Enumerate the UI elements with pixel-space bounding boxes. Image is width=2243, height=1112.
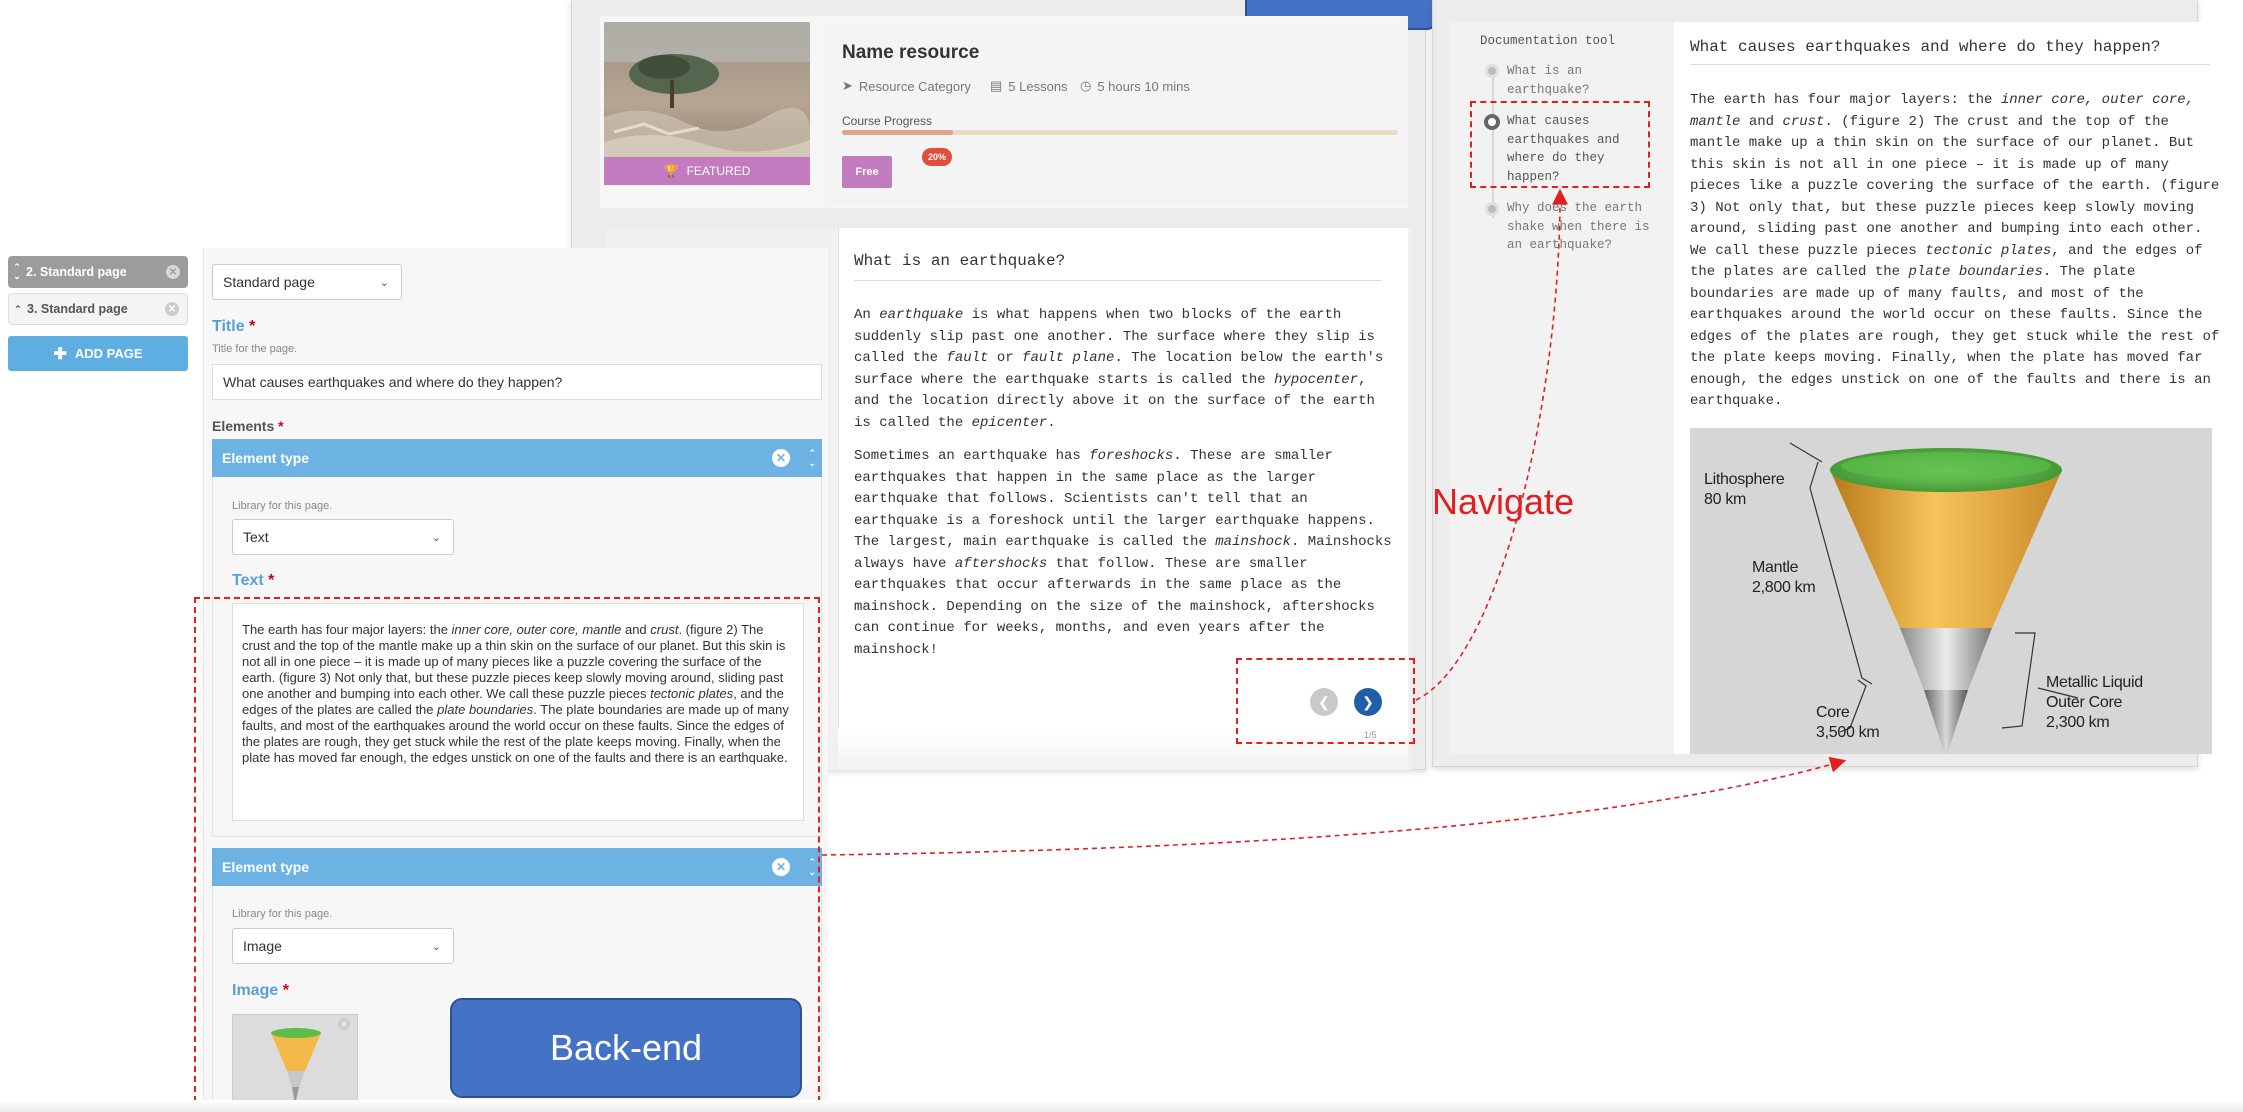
navigate-annotation: Navigate [1432,481,1575,522]
bottom-edge [0,1100,2243,1112]
render-arrow [821,756,1847,856]
backend-callout: Back-end [450,998,802,1098]
annotation-arrows [821,188,1847,856]
navigate-arrow [1415,188,1568,701]
